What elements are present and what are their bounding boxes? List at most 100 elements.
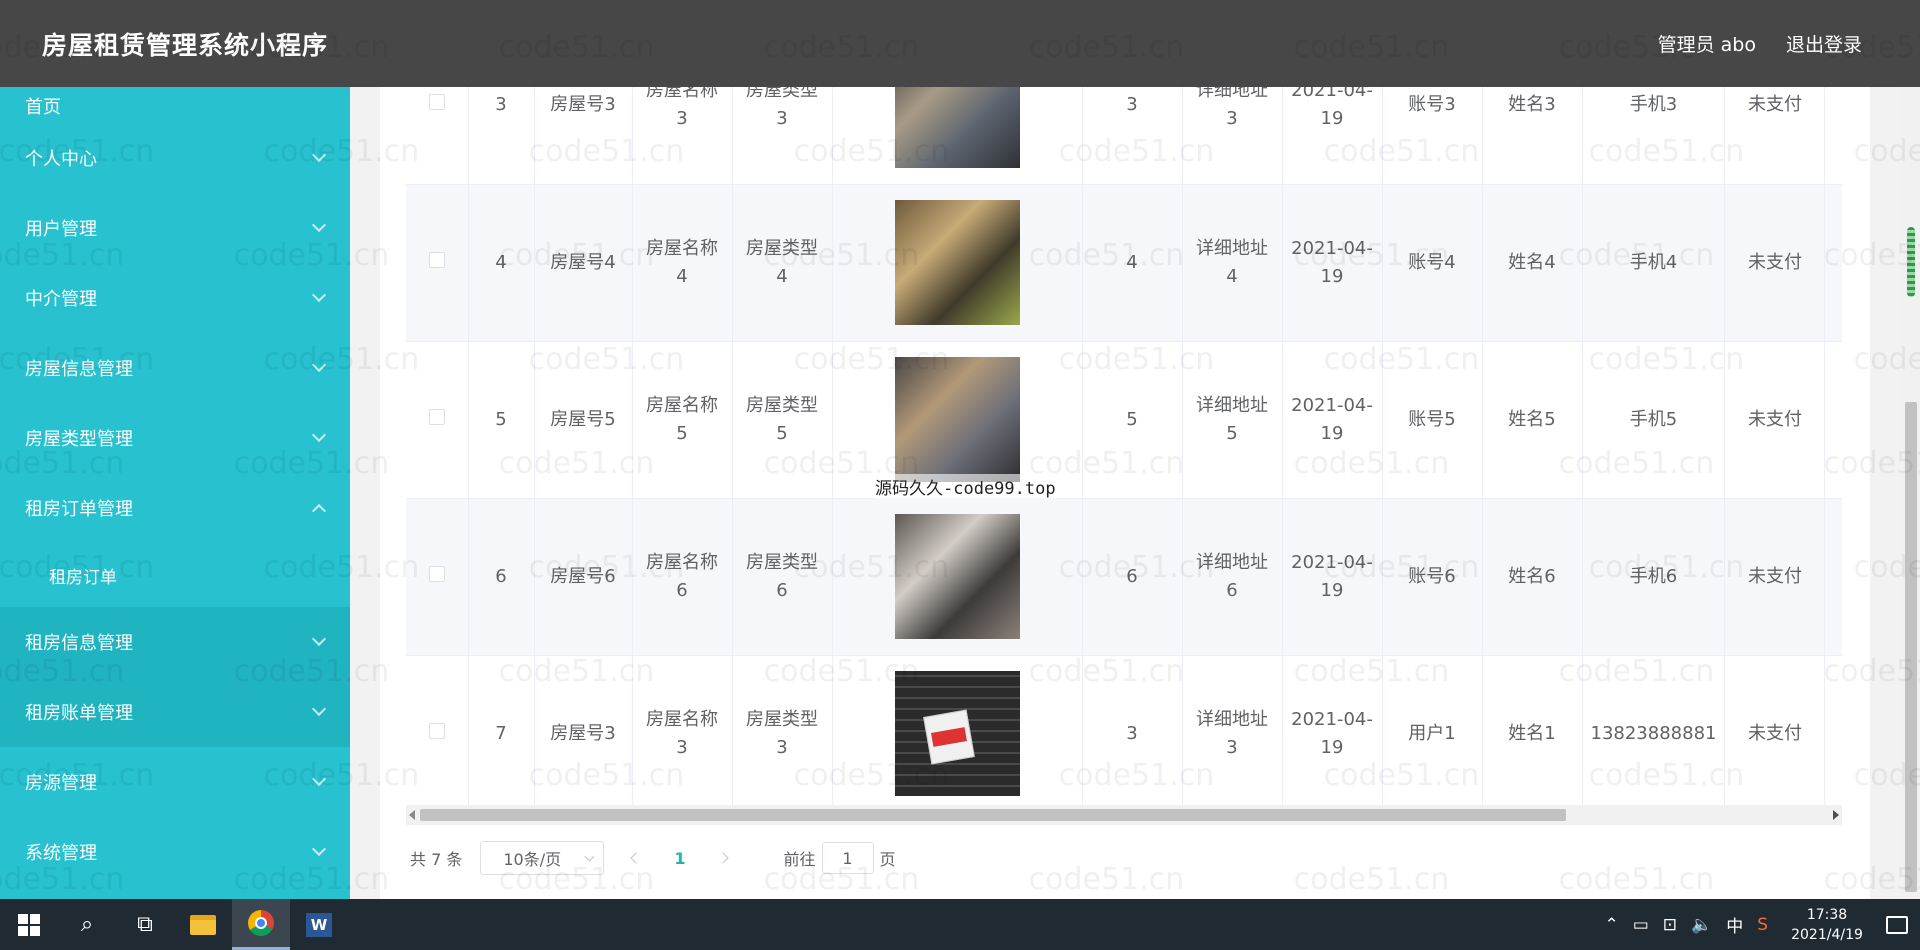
table-cell <box>832 184 1083 342</box>
sidebar-item-rental-bills[interactable]: 租房账单管理 <box>0 677 350 747</box>
file-explorer-button[interactable] <box>174 899 232 950</box>
row-checkbox[interactable] <box>428 251 445 268</box>
task-view-icon: ⧉ <box>137 912 153 937</box>
table-cell: 未支付 <box>1724 341 1826 499</box>
table-row[interactable]: 5 房屋号5 房屋名称5 房屋类型5 5 详细地址5 2021-04-19 账号5 姓名5 手机5… <box>406 341 1842 499</box>
sidebar-item-agents[interactable]: 中介管理 <box>0 263 350 333</box>
house-type: 房屋类型3 <box>746 708 818 758</box>
logout-button[interactable]: 退出登录 <box>1786 30 1862 57</box>
table-cell <box>406 184 469 342</box>
table-cell: 5 <box>468 341 535 499</box>
house-photo <box>894 357 1020 482</box>
page-size-select[interactable]: 10条/页 <box>480 841 605 875</box>
table-cell: 账号3 <box>1382 87 1483 185</box>
start-button[interactable] <box>0 899 58 950</box>
table-row[interactable]: 3 房屋号3 房屋名称3 房屋类型3 3 详细地址3 2021-04-19 账号3 姓名3 手机3… <box>406 87 1842 185</box>
table-cell: 7 <box>468 655 535 807</box>
table-cell <box>1824 184 1842 342</box>
table-cell: 房屋名称4 <box>632 184 733 342</box>
table-cell <box>832 655 1083 807</box>
table-cell: 详细地址4 <box>1182 184 1283 342</box>
word-button[interactable]: W <box>290 899 348 950</box>
house-photo <box>894 671 1020 796</box>
phone: 手机3 <box>1629 94 1678 116</box>
sidebar-item-rental-orders[interactable]: 租房订单管理 <box>0 473 350 543</box>
address: 详细地址4 <box>1196 237 1268 287</box>
sidebar-subitem-rental-order[interactable]: 租房订单 <box>0 543 350 607</box>
table-cell: 房屋号3 <box>534 655 633 807</box>
clock[interactable]: 17:38 2021/4/19 <box>1782 905 1872 945</box>
prev-page-icon[interactable] <box>628 851 642 865</box>
notification-icon[interactable] <box>1886 915 1908 934</box>
house-photo <box>894 514 1020 639</box>
vertical-scroll-thumb[interactable] <box>1905 402 1917 892</box>
scroll-left-icon[interactable] <box>409 810 415 820</box>
payment-status: 未支付 <box>1747 408 1802 430</box>
payment-status: 未支付 <box>1747 565 1802 587</box>
table-cell <box>406 87 469 185</box>
row-checkbox[interactable] <box>428 722 445 739</box>
current-page[interactable]: 1 <box>674 849 685 868</box>
taskbar: ⌕ ⧉ W ⌃ ▭ ⊡ 🔈 中 S 17:38 2021/4/19 <box>0 899 1920 950</box>
vertical-scrollbar[interactable] <box>1902 87 1920 899</box>
table-cell: 姓名4 <box>1482 184 1583 342</box>
row-checkbox[interactable] <box>428 565 445 582</box>
table-cell: 房屋类型6 <box>732 498 833 656</box>
order-date: 2021-04-19 <box>1291 551 1373 601</box>
sogou-icon[interactable]: S <box>1757 915 1768 935</box>
table-cell: 未支付 <box>1724 655 1826 807</box>
house-type: 房屋类型3 <box>746 87 818 130</box>
chevron-down-icon <box>311 287 327 303</box>
order-index: 3 <box>495 94 507 116</box>
address: 详细地址3 <box>1196 87 1268 130</box>
battery-icon[interactable]: ▭ <box>1633 915 1649 935</box>
sidebar-item-profile[interactable]: 个人中心 <box>0 123 350 193</box>
volume-icon[interactable]: 🔈 <box>1691 915 1712 935</box>
sidebar-item-home[interactable]: 首页 <box>0 87 350 123</box>
chevron-down-icon <box>311 701 327 717</box>
sidebar-item-house-types[interactable]: 房屋类型管理 <box>0 403 350 473</box>
task-view-button[interactable]: ⧉ <box>116 899 174 950</box>
row-checkbox[interactable] <box>428 408 445 425</box>
payment-status: 未支付 <box>1747 94 1802 116</box>
table-cell: 房屋号3 <box>534 87 633 185</box>
goto-page-input[interactable] <box>821 842 874 874</box>
folder-icon <box>190 914 216 935</box>
account: 用户1 <box>1408 722 1456 744</box>
scroll-right-icon[interactable] <box>1833 810 1839 820</box>
search-button[interactable]: ⌕ <box>58 899 116 950</box>
customer-name: 姓名5 <box>1508 408 1556 430</box>
sidebar-item-rental-info[interactable]: 租房信息管理 <box>0 607 350 677</box>
table-cell: 房屋号6 <box>534 498 633 656</box>
total-count: 共 7 条 <box>410 850 463 869</box>
next-page-icon[interactable] <box>718 851 732 865</box>
app-title: 房屋租赁管理系统小程序 <box>42 30 329 60</box>
sidebar-item-listings[interactable]: 房源管理 <box>0 747 350 817</box>
chrome-button[interactable] <box>232 899 290 950</box>
ime-indicator[interactable]: 中 <box>1726 912 1743 937</box>
sidebar-subitem-label: 租房订单 <box>49 567 117 588</box>
chevron-down-icon <box>311 147 327 163</box>
sidebar-item-system[interactable]: 系统管理 <box>0 817 350 887</box>
house-type: 房屋类型4 <box>746 237 818 287</box>
table-cell: 账号4 <box>1382 184 1483 342</box>
network-icon[interactable]: ⊡ <box>1663 915 1677 935</box>
table-row[interactable]: 4 房屋号4 房屋名称4 房屋类型4 4 详细地址4 2021-04-19 账号4 姓名4 手机4… <box>406 184 1842 342</box>
house-name: 房屋名称6 <box>646 551 718 601</box>
table-cell: 未支付 <box>1724 87 1826 185</box>
table-cell: 6 <box>1082 498 1183 656</box>
table-cell: 详细地址3 <box>1182 655 1283 807</box>
sidebar-item-users[interactable]: 用户管理 <box>0 193 350 263</box>
chevron-up-icon[interactable]: ⌃ <box>1604 915 1618 935</box>
table-row[interactable]: 6 房屋号6 房屋名称6 房屋类型6 6 详细地址6 2021-04-19 账号6 姓名6 手机6… <box>406 498 1842 656</box>
pagination: 共 7 条 10条/页 1 前往 页 <box>410 840 896 876</box>
table-cell: 房屋类型3 <box>732 655 833 807</box>
row-checkbox[interactable] <box>428 94 445 111</box>
sidebar-item-label: 系统管理 <box>25 843 97 864</box>
page-size-value: 10条/页 <box>503 850 562 869</box>
sidebar-item-house-info[interactable]: 房屋信息管理 <box>0 333 350 403</box>
table-row[interactable]: 7 房屋号3 房屋名称3 房屋类型3 3 详细地址3 2021-04-19 用户1 姓名1 138… <box>406 655 1842 807</box>
account: 账号5 <box>1408 408 1456 430</box>
horizontal-scrollbar[interactable] <box>406 805 1842 825</box>
horizontal-scroll-thumb[interactable] <box>420 809 1566 821</box>
